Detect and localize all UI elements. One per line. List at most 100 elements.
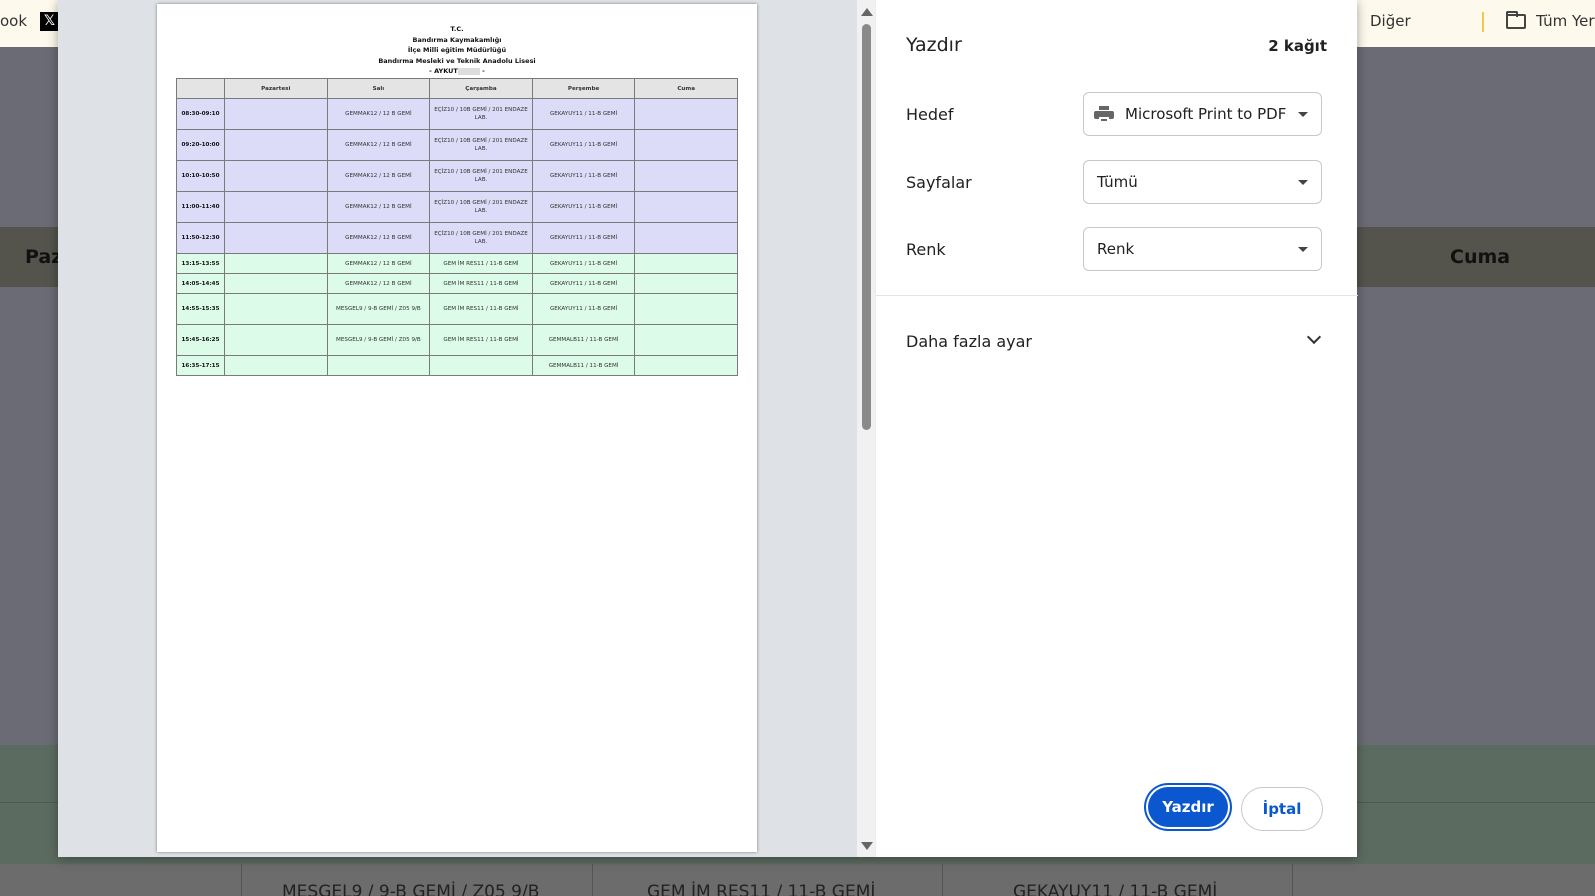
- teacher-name: - AYKUT: [429, 67, 458, 75]
- time-slot: 11:50-12:30: [176, 222, 225, 254]
- lesson-cell: [224, 324, 328, 356]
- lesson-cell: [634, 253, 738, 274]
- time-slot: 14:05-14:45: [176, 273, 225, 294]
- header-line: İlçe Milli eğitim Müdürlüğü: [407, 46, 507, 54]
- dropdown-caret-icon: [1298, 180, 1308, 185]
- background-cell-divider: [592, 864, 593, 896]
- print-button[interactable]: Yazdır: [1148, 787, 1228, 827]
- timetable-row: 08:30-09:10 GEMMAK12 / 12 B GEMİ EÇİZ10 / …: [176, 98, 738, 130]
- header-day: Pazartesi: [224, 78, 328, 99]
- lesson-cell: [224, 273, 328, 294]
- lesson-cell: [224, 222, 328, 254]
- background-cell-text: MESGEL9 / 9-B GEMİ / Z05 9/B: [282, 882, 540, 896]
- teacher-name-line: - AYKUT -: [157, 66, 757, 77]
- time-slot: 09:20-10:00: [176, 129, 225, 161]
- bookmark-partial[interactable]: ook: [0, 12, 27, 30]
- destination-select[interactable]: Microsoft Print to PDF: [1083, 92, 1322, 136]
- lesson-cell: [634, 98, 738, 130]
- header-line: Bandırma Kaymakamlığı: [412, 35, 502, 44]
- timetable-row: 11:00-11:40 GEMMAK12 / 12 B GEMİ EÇİZ10 / …: [176, 191, 738, 223]
- print-settings-panel: Yazdır 2 kağıt Hedef Microsoft Print to …: [875, 0, 1358, 857]
- chevron-down-icon[interactable]: [1306, 329, 1322, 345]
- color-value: Renk: [1097, 240, 1135, 258]
- background-cell-divider: [1292, 864, 1293, 896]
- folder-icon: [1506, 11, 1526, 29]
- settings-divider: [876, 295, 1358, 296]
- background-cell-divider: [942, 864, 943, 896]
- lesson-cell: GEMMAK12 / 12 B GEMİ: [326, 273, 431, 294]
- timetable-row: 14:55-15:35 MESGEL9 / 9-B GEMİ / Z05 9/B G…: [176, 293, 738, 325]
- lesson-cell: MESGEL9 / 9-B GEMİ / Z05 9/B: [326, 293, 431, 325]
- lesson-cell: EÇİZ10 / 10B GEMİ / 201 ENDAZE LAB.: [429, 129, 533, 161]
- print-dialog: T.C. Bandırma Kaymakamlığı İlçe Milli eğ…: [58, 0, 1358, 857]
- timetable-row: 10:10-10:50 GEMMAK12 / 12 B GEMİ EÇİZ10 / …: [176, 160, 738, 192]
- header-empty-cell: [176, 78, 225, 99]
- lesson-cell: EÇİZ10 / 10B GEMİ / 201 ENDAZE LAB.: [429, 222, 533, 254]
- background-header-friday: Cuma: [1450, 246, 1511, 268]
- bookmark-all[interactable]: Tüm Yer: [1536, 12, 1595, 30]
- scroll-down-arrow-icon[interactable]: [861, 842, 873, 850]
- timetable: Pazartesi Salı Çarşamba Perşembe Cuma 08…: [176, 78, 738, 376]
- redacted-surname: [457, 67, 480, 75]
- x-logo-icon[interactable]: 𝕏: [40, 12, 59, 31]
- cancel-button[interactable]: İptal: [1241, 787, 1323, 831]
- lesson-cell: [634, 355, 738, 376]
- lesson-cell: GEMMALB11 / 11-B GEMİ: [531, 324, 636, 356]
- lesson-cell: GEKAYUY11 / 11-B GEMİ: [531, 129, 636, 161]
- header-line: T.C.: [450, 25, 464, 33]
- header-day: Salı: [326, 78, 431, 99]
- lesson-cell: [634, 129, 738, 161]
- background-cell-divider: [241, 864, 242, 896]
- lesson-cell: [224, 191, 328, 223]
- pages-select[interactable]: Tümü: [1083, 160, 1322, 204]
- lesson-cell: GEMMAK12 / 12 B GEMİ: [326, 191, 431, 223]
- lesson-cell: GEMMAK12 / 12 B GEMİ: [326, 160, 431, 192]
- lesson-cell: [429, 355, 533, 376]
- bookmark-other[interactable]: Diğer: [1370, 12, 1411, 30]
- pages-value: Tümü: [1097, 173, 1138, 191]
- time-slot: 08:30-09:10: [176, 98, 225, 130]
- timetable-body: 08:30-09:10 GEMMAK12 / 12 B GEMİ EÇİZ10 / …: [176, 98, 738, 376]
- background-cell-text: GEM İM RES11 / 11-B GEMİ: [647, 882, 876, 896]
- timetable-row: 11:50-12:30 GEMMAK12 / 12 B GEMİ EÇİZ10 / …: [176, 222, 738, 254]
- lesson-cell: EÇİZ10 / 10B GEMİ / 201 ENDAZE LAB.: [429, 98, 533, 130]
- lesson-cell: [634, 160, 738, 192]
- scrollbar-thumb[interactable]: [862, 24, 871, 430]
- lesson-cell: GEKAYUY11 / 11-B GEMİ: [531, 191, 636, 223]
- lesson-cell: GEMMAK12 / 12 B GEMİ: [326, 98, 431, 130]
- lesson-cell: GEM İM RES11 / 11-B GEMİ: [429, 273, 533, 294]
- more-settings-toggle[interactable]: Daha fazla ayar: [906, 332, 1032, 351]
- timetable-row: 16:35-17:15 GEMMALB11 / 11-B GEMİ: [176, 355, 738, 376]
- lesson-cell: GEKAYUY11 / 11-B GEMİ: [531, 160, 636, 192]
- timetable-row: 14:05-14:45 GEMMAK12 / 12 B GEMİ GEM İM RE…: [176, 273, 738, 294]
- lesson-cell: [224, 253, 328, 274]
- lesson-cell: GEKAYUY11 / 11-B GEMİ: [531, 293, 636, 325]
- lesson-cell: [224, 98, 328, 130]
- destination-value: Microsoft Print to PDF: [1125, 105, 1287, 123]
- background-header-monday: Paz: [25, 246, 63, 268]
- timetable-row: 09:20-10:00 GEMMAK12 / 12 B GEMİ EÇİZ10 / …: [176, 129, 738, 161]
- teacher-name-suffix: -: [482, 67, 485, 75]
- color-select[interactable]: Renk: [1083, 227, 1322, 271]
- lesson-cell: GEMMAK12 / 12 B GEMİ: [326, 253, 431, 274]
- preview-scrollbar[interactable]: [857, 0, 875, 857]
- lesson-cell: GEM İM RES11 / 11-B GEMİ: [429, 324, 533, 356]
- header-day: Çarşamba: [429, 78, 533, 99]
- lesson-cell: GEKAYUY11 / 11-B GEMİ: [531, 253, 636, 274]
- lesson-cell: [224, 160, 328, 192]
- document-header: T.C. Bandırma Kaymakamlığı İlçe Milli eğ…: [157, 24, 757, 77]
- lesson-cell: [634, 222, 738, 254]
- lesson-cell: GEKAYUY11 / 11-B GEMİ: [531, 222, 636, 254]
- pages-label: Sayfalar: [906, 173, 972, 192]
- lesson-cell: [224, 355, 328, 376]
- lesson-cell: GEMMAK12 / 12 B GEMİ: [326, 222, 431, 254]
- lesson-cell: GEMMALB11 / 11-B GEMİ: [531, 355, 636, 376]
- header-day: Cuma: [634, 78, 738, 99]
- lesson-cell: [326, 355, 431, 376]
- scroll-up-arrow-icon[interactable]: [861, 8, 873, 16]
- bookmark-separator: [1482, 12, 1484, 32]
- header-line: Bandırma Mesleki ve Teknik Anadolu Lises…: [378, 56, 536, 65]
- lesson-cell: [634, 273, 738, 294]
- lesson-cell: [224, 129, 328, 161]
- lesson-cell: MESGEL9 / 9-B GEMİ / Z05 9/B: [326, 324, 431, 356]
